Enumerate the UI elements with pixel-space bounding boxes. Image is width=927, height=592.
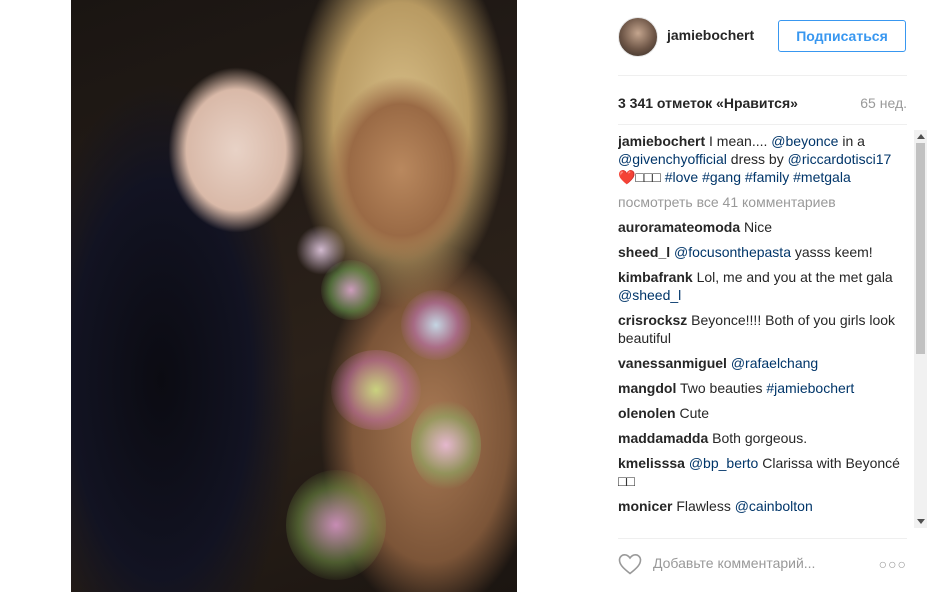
comment-username[interactable]: kimbafrank: [618, 269, 693, 285]
comment-tag-link[interactable]: #love: [665, 169, 698, 185]
comment-tag-link[interactable]: @cainbolton: [735, 498, 813, 514]
photo-sparkle: [296, 225, 346, 275]
comment-username[interactable]: vanessanmiguel: [618, 355, 727, 371]
comment-tag-link[interactable]: #metgala: [793, 169, 851, 185]
comment-tag-link[interactable]: @givenchyofficial: [618, 151, 727, 167]
comment-footer: Добавьте комментарий... ○○○: [618, 551, 907, 577]
add-comment-input[interactable]: Добавьте комментарий...: [653, 555, 815, 571]
comment-tag-link[interactable]: #family: [745, 169, 789, 185]
photo-sparkle: [401, 290, 471, 360]
author-username[interactable]: jamiebochert: [667, 27, 754, 43]
comment-item: crisrocksz Beyonce!!!! Both of you girls…: [618, 311, 912, 347]
comment-username[interactable]: olenolen: [618, 405, 676, 421]
comment-text: Lol, me and you at the met gala: [692, 269, 893, 285]
post-header: jamiebochert Подписаться: [618, 17, 907, 57]
comment-text: I mean....: [705, 133, 772, 149]
avatar[interactable]: [618, 17, 658, 57]
comment-item: kmelisssa @bp_berto Clarissa with Beyonc…: [618, 454, 912, 490]
post-photo[interactable]: [71, 0, 517, 592]
likes-count[interactable]: 3 341 отметок «Нравится»: [618, 95, 798, 111]
comment-text: Both gorgeous.: [708, 430, 808, 446]
comment-text: Cute: [675, 405, 710, 421]
comment-tag-link[interactable]: @rafaelchang: [731, 355, 818, 371]
comment-tag-link[interactable]: @beyonce: [771, 133, 838, 149]
heart-outline-icon[interactable]: [618, 553, 642, 575]
comment-text: yasss keem!: [791, 244, 873, 260]
likes-divider: [618, 124, 907, 125]
comment-tag-link[interactable]: @focusonthepasta: [674, 244, 791, 260]
header-divider: [618, 75, 907, 76]
comment-item: olenolen Cute: [618, 404, 912, 422]
comment-username[interactable]: mangdol: [618, 380, 676, 396]
comment-item: vanessanmiguel @rafaelchang: [618, 354, 912, 372]
footer-divider: [618, 538, 907, 539]
comment-tag-link[interactable]: #gang: [702, 169, 741, 185]
scroll-down-arrow-icon[interactable]: [917, 519, 925, 524]
comment-text: Nice: [740, 219, 773, 235]
comment-username[interactable]: auroramateomoda: [618, 219, 740, 235]
comment-item: maddamadda Both gorgeous.: [618, 429, 912, 447]
comment-username[interactable]: monicer: [618, 498, 672, 514]
comment-tag-link[interactable]: @riccardotisci17: [788, 151, 892, 167]
comment-text: Two beauties: [676, 380, 767, 396]
comment-username[interactable]: jamiebochert: [618, 133, 705, 149]
comment-text: in a: [838, 133, 865, 149]
scrollbar-thumb[interactable]: [916, 143, 925, 354]
more-options-icon[interactable]: ○○○: [879, 556, 907, 572]
scroll-up-arrow-icon[interactable]: [917, 134, 925, 139]
comment-tag-link[interactable]: #jamiebochert: [766, 380, 854, 396]
caption: jamiebochert I mean.... @beyonce in a @g…: [618, 132, 912, 186]
view-all-comments-link[interactable]: посмотреть все 41 комментариев: [618, 193, 912, 211]
post-age[interactable]: 65 нед.: [820, 95, 907, 111]
photo-sparkle: [411, 400, 481, 490]
comments-list[interactable]: jamiebochert I mean.... @beyonce in a @g…: [618, 132, 912, 530]
comment-username[interactable]: sheed_l: [618, 244, 670, 260]
photo-sparkle: [331, 350, 421, 430]
comment-item: auroramateomoda Nice: [618, 218, 912, 236]
comment-item: mangdol Two beauties #jamiebochert: [618, 379, 912, 397]
comment-text: dress by: [726, 151, 788, 167]
comment-username[interactable]: maddamadda: [618, 430, 708, 446]
comment-username[interactable]: crisrocksz: [618, 312, 687, 328]
comment-text: Flawless: [672, 498, 735, 514]
photo-sparkle: [286, 470, 386, 580]
comment-item: kimbafrank Lol, me and you at the met ga…: [618, 268, 912, 304]
comment-text: ❤️□□□: [618, 169, 665, 185]
comments-scrollbar[interactable]: [914, 130, 927, 528]
comment-tag-link[interactable]: @sheed_l: [618, 287, 681, 303]
comment-tag-link[interactable]: @bp_berto: [689, 455, 758, 471]
follow-button[interactable]: Подписаться: [778, 20, 906, 52]
comment-items: auroramateomoda Nice sheed_l @focusonthep…: [618, 218, 912, 515]
comment-username[interactable]: kmelisssa: [618, 455, 685, 471]
comment-item: monicer Flawless @cainbolton: [618, 497, 912, 515]
comment-item: sheed_l @focusonthepasta yasss keem!: [618, 243, 912, 261]
